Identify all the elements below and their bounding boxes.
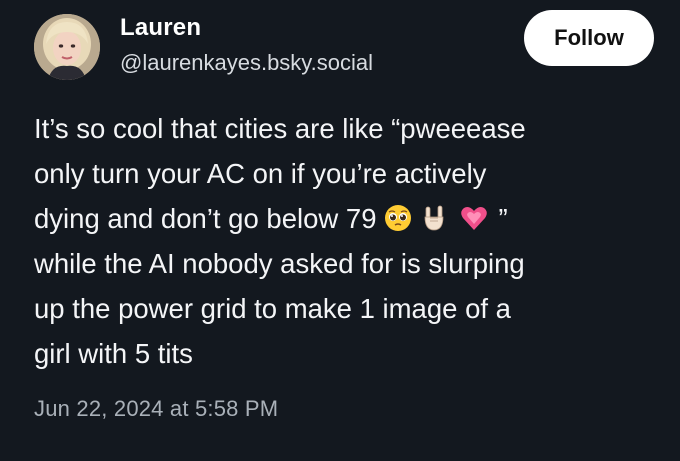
post-text-line: dying and don’t go below 79 ” (34, 196, 664, 241)
post-text-line: only turn your AC on if you’re actively (34, 158, 487, 189)
post-timestamp[interactable]: Jun 22, 2024 at 5:58 PM (34, 396, 278, 422)
post-text: It’s so cool that cities are like “pweee… (34, 106, 664, 376)
post-text-fragment: dying and don’t go below 79 (34, 203, 377, 234)
growing-heart-emoji (459, 203, 489, 233)
rock-on-hand-emoji (419, 203, 449, 233)
post-text-line: It’s so cool that cities are like “pweee… (34, 113, 526, 144)
pleading-face-emoji (383, 203, 413, 233)
post-text-line: while the AI nobody asked for is slurpin… (34, 248, 525, 279)
author-handle[interactable]: @laurenkayes.bsky.social (120, 50, 373, 76)
post-card: Lauren @laurenkayes.bsky.social Follow I… (0, 0, 680, 461)
avatar-image (34, 14, 100, 80)
avatar[interactable] (34, 14, 100, 80)
author-name[interactable]: Lauren (120, 14, 201, 42)
post-text-fragment: ” (498, 203, 508, 234)
post-text-line: up the power grid to make 1 image of a (34, 293, 511, 324)
follow-button[interactable]: Follow (524, 10, 654, 66)
post-text-line: girl with 5 tits (34, 338, 193, 369)
